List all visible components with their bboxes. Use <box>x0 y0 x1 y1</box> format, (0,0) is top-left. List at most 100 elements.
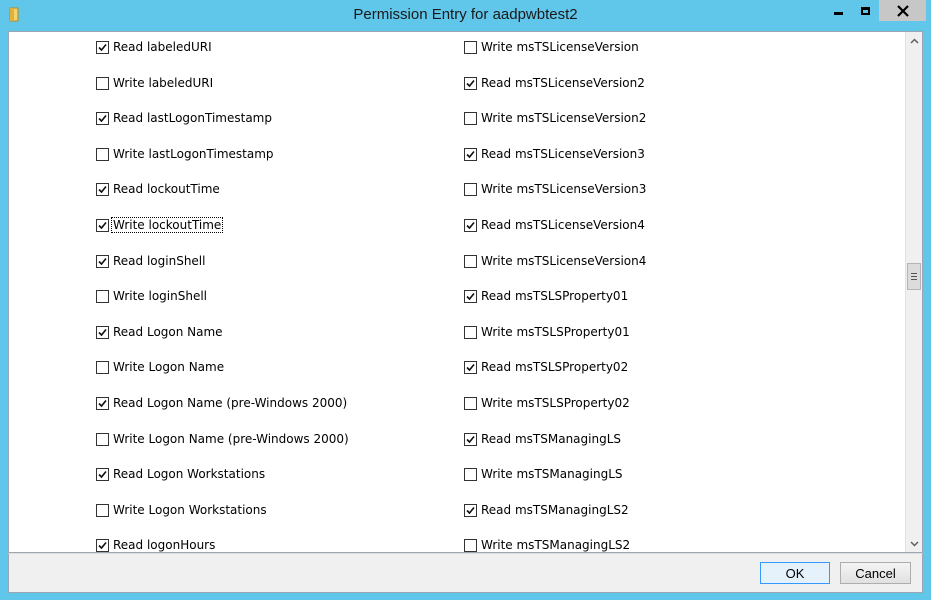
permission-item[interactable]: Read msTSManagingLS2 <box>464 501 630 519</box>
permission-item[interactable]: Write msTSLSProperty02 <box>464 394 631 412</box>
permission-label: Read msTSManagingLS2 <box>481 503 629 517</box>
checkbox-checked[interactable] <box>96 111 109 125</box>
checkbox-checked[interactable] <box>464 360 477 374</box>
close-button[interactable] <box>879 0 926 21</box>
permission-item[interactable]: Read msTSLSProperty01 <box>464 287 629 305</box>
checkbox-checked[interactable] <box>96 40 109 54</box>
maximize-button[interactable] <box>852 0 879 21</box>
checkbox-unchecked[interactable] <box>464 111 477 125</box>
permission-item[interactable]: Read logonHours <box>96 536 216 552</box>
maximize-icon <box>861 6 870 15</box>
permission-item[interactable]: Write msTSLicenseVersion4 <box>464 252 647 270</box>
permission-item[interactable]: Write labeledURI <box>96 74 214 92</box>
permission-item[interactable]: Write lockoutTime <box>96 216 224 234</box>
checkbox-checked[interactable] <box>464 218 477 232</box>
permission-item[interactable]: Write Logon Name <box>96 358 225 376</box>
checkmark-icon <box>466 79 475 87</box>
window-title: Permission Entry for aadpwbtest2 <box>353 6 578 23</box>
permission-item[interactable]: Write msTSLicenseVersion <box>464 38 640 56</box>
checkbox-unchecked[interactable] <box>464 40 477 54</box>
checkbox-unchecked[interactable] <box>96 360 109 374</box>
permission-item[interactable]: Read Logon Name <box>96 323 224 341</box>
checkbox-checked[interactable] <box>464 432 477 446</box>
permission-item[interactable]: Write msTSLicenseVersion2 <box>464 109 647 127</box>
checkbox-checked[interactable] <box>96 467 109 481</box>
permission-label: Read msTSLicenseVersion4 <box>481 218 645 232</box>
chevron-down-icon <box>909 540 919 547</box>
scroll-up-button[interactable] <box>906 32 922 49</box>
permission-label: Write Logon Workstations <box>113 503 267 517</box>
checkbox-unchecked[interactable] <box>464 538 477 552</box>
checkmark-icon <box>98 185 107 193</box>
permission-item[interactable]: Read msTSManagingLS <box>464 430 622 448</box>
checkbox-checked[interactable] <box>96 218 109 232</box>
permission-label: Read msTSLicenseVersion2 <box>481 76 645 90</box>
checkbox-checked[interactable] <box>464 76 477 90</box>
minimize-button[interactable] <box>825 0 852 21</box>
checkbox-unchecked[interactable] <box>464 325 477 339</box>
checkbox-checked[interactable] <box>96 325 109 339</box>
checkbox-checked[interactable] <box>464 503 477 517</box>
permission-label: Read msTSManagingLS <box>481 432 621 446</box>
permission-label: Write msTSManagingLS2 <box>481 538 631 552</box>
permission-label: Read loginShell <box>113 254 206 268</box>
permission-item[interactable]: Read Logon Name (pre-Windows 2000) <box>96 394 348 412</box>
checkbox-unchecked[interactable] <box>96 147 109 161</box>
permission-label: Read msTSLicenseVersion3 <box>481 147 645 161</box>
permission-item[interactable]: Read msTSLSProperty02 <box>464 358 629 376</box>
permission-label: Read msTSLSProperty02 <box>481 360 629 374</box>
ok-button[interactable]: OK <box>760 562 830 584</box>
checkbox-checked[interactable] <box>464 147 477 161</box>
checkbox-checked[interactable] <box>96 254 109 268</box>
checkbox-checked[interactable] <box>96 182 109 196</box>
checkmark-icon <box>466 150 475 158</box>
checkbox-unchecked[interactable] <box>96 76 109 90</box>
permission-label: Write Logon Name (pre-Windows 2000) <box>113 432 349 446</box>
permission-label: Read Logon Name (pre-Windows 2000) <box>113 396 348 410</box>
permission-item[interactable]: Read lockoutTime <box>96 180 221 198</box>
permission-label: Write msTSLicenseVersion4 <box>481 254 647 268</box>
checkbox-checked[interactable] <box>96 538 109 552</box>
permission-item[interactable]: Write msTSManagingLS <box>464 465 624 483</box>
permission-item[interactable]: Write msTSLSProperty01 <box>464 323 631 341</box>
permission-item[interactable]: Read loginShell <box>96 252 206 270</box>
checkmark-icon <box>98 399 107 407</box>
checkbox-unchecked[interactable] <box>96 289 109 303</box>
checkbox-checked[interactable] <box>96 396 109 410</box>
permission-item[interactable]: Read lastLogonTimestamp <box>96 109 273 127</box>
scroll-down-button[interactable] <box>906 535 922 552</box>
permission-item[interactable]: Read msTSLicenseVersion3 <box>464 145 646 163</box>
permission-item[interactable]: Write loginShell <box>96 287 208 305</box>
checkmark-icon <box>466 363 475 371</box>
vertical-scrollbar[interactable] <box>905 32 922 552</box>
permission-item[interactable]: Write lastLogonTimestamp <box>96 145 275 163</box>
permission-item[interactable]: Read msTSLicenseVersion2 <box>464 74 646 92</box>
checkmark-icon <box>466 221 475 229</box>
permission-item[interactable]: Write Logon Name (pre-Windows 2000) <box>96 430 350 448</box>
permission-label: Read lastLogonTimestamp <box>113 111 272 125</box>
title-bar[interactable]: Permission Entry for aadpwbtest2 <box>0 0 931 30</box>
permission-item[interactable]: Read labeledURI <box>96 38 213 56</box>
checkbox-unchecked[interactable] <box>464 254 477 268</box>
checkmark-icon <box>98 541 107 549</box>
checkmark-icon <box>98 221 107 229</box>
permission-item[interactable]: Read msTSLicenseVersion4 <box>464 216 646 234</box>
checkbox-checked[interactable] <box>464 289 477 303</box>
checkmark-icon <box>466 292 475 300</box>
minimize-icon <box>834 12 843 15</box>
checkbox-unchecked[interactable] <box>464 182 477 196</box>
checkbox-unchecked[interactable] <box>96 432 109 446</box>
close-icon <box>896 4 909 17</box>
checkmark-icon <box>98 470 107 478</box>
checkbox-unchecked[interactable] <box>464 396 477 410</box>
checkmark-icon <box>98 114 107 122</box>
permission-item[interactable]: Read Logon Workstations <box>96 465 266 483</box>
cancel-button[interactable]: Cancel <box>840 562 911 584</box>
permission-item[interactable]: Write msTSManagingLS2 <box>464 536 631 552</box>
checkbox-unchecked[interactable] <box>464 467 477 481</box>
checkbox-unchecked[interactable] <box>96 503 109 517</box>
permission-label: Write lockoutTime <box>110 217 224 233</box>
scroll-thumb[interactable] <box>907 263 921 290</box>
permission-item[interactable]: Write Logon Workstations <box>96 501 268 519</box>
permission-item[interactable]: Write msTSLicenseVersion3 <box>464 180 647 198</box>
